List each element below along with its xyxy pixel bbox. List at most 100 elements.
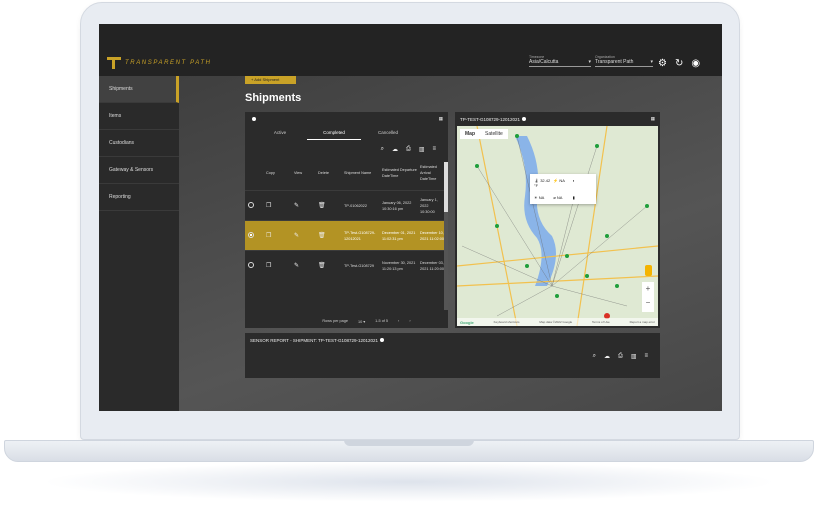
- search-icon[interactable]: ⌕: [593, 353, 596, 360]
- zoom-in-icon[interactable]: +: [642, 282, 654, 296]
- light-value: ☀ NA: [534, 194, 545, 200]
- table-row[interactable]: ❐ ✎ 🗑 TP-Test-G108729-12012021 December …: [245, 220, 448, 250]
- logo-icon: [107, 57, 121, 69]
- temperature-value: 🌡 32.42 °F: [534, 178, 551, 188]
- keyboard-shortcuts-link[interactable]: Keyboard shortcuts: [494, 320, 520, 324]
- map-footer: Google Keyboard shortcuts Map data ©2022…: [457, 318, 658, 326]
- timezone-value: Asia/Calcutta: [529, 59, 559, 65]
- copy-icon[interactable]: ❐: [266, 263, 294, 269]
- download-icon[interactable]: ☁: [392, 146, 398, 156]
- terms-link[interactable]: Terms of Use: [592, 320, 610, 324]
- tab-completed[interactable]: Completed: [307, 126, 361, 140]
- laptop-mockup: TRANSPARENT PATH Timezone Asia/Calcutta ▾…: [0, 0, 818, 520]
- print-icon[interactable]: ⎙: [618, 353, 623, 360]
- contrast-icon: ◐: [572, 178, 576, 183]
- timezone-select[interactable]: Timezone Asia/Calcutta ▾: [529, 55, 591, 67]
- sidebar-item-shipments[interactable]: Shipments: [99, 76, 179, 103]
- departure-time: December 01, 2021 11:02:31 pm: [382, 230, 416, 241]
- shipments-panel: ▦ Active Completed Cancelled ⌕ ☁ ⎙ ▥ ≡ C…: [245, 112, 448, 328]
- add-shipment-button[interactable]: + Add Shipment: [245, 76, 296, 84]
- columns-icon[interactable]: ▦: [651, 116, 655, 122]
- delete-icon[interactable]: 🗑: [318, 203, 344, 209]
- table-row[interactable]: ❐ ✎ 🗑 TP-Test-G108729 November 30, 2021 …: [245, 250, 448, 280]
- status-dot: [522, 117, 527, 122]
- filter-icon[interactable]: ≡: [644, 353, 648, 360]
- zoom-out-icon[interactable]: −: [642, 296, 654, 310]
- map-type-tabs: Map Satellite: [460, 129, 508, 139]
- sensor-report-panel: SENSOR REPORT - SHIPMENT: TP-TEST-G10872…: [245, 333, 660, 378]
- copy-icon[interactable]: ❐: [266, 233, 294, 239]
- report-error-link[interactable]: Report a map error: [630, 320, 655, 324]
- battery-icon: ▮: [572, 194, 575, 200]
- columns-icon[interactable]: ▦: [439, 116, 443, 122]
- shipment-name: TP-01062022: [344, 203, 368, 208]
- arrival-time: December 10, 2021 11:02:00: [420, 230, 444, 241]
- row-radio[interactable]: [248, 261, 254, 268]
- sidebar-item-custodians[interactable]: Custodians: [99, 130, 179, 157]
- sidebar-item-gateway-sensors[interactable]: Gateway & Sensors: [99, 157, 179, 184]
- pegman-icon[interactable]: [645, 265, 652, 276]
- columns-icon[interactable]: ▥: [419, 146, 425, 156]
- gear-icon[interactable]: ⚙: [658, 58, 667, 69]
- rows-per-page-label: Rows per page: [322, 319, 348, 323]
- edit-icon[interactable]: ✎: [294, 263, 318, 269]
- shipment-name: TP-Test-G108729: [344, 263, 374, 268]
- account-icon[interactable]: ◉: [691, 58, 700, 69]
- laptop-shadow: [40, 462, 778, 502]
- column-view: View: [294, 171, 303, 175]
- filter-icon[interactable]: ≡: [432, 146, 436, 156]
- brand-logo[interactable]: TRANSPARENT PATH: [107, 57, 212, 69]
- map-canvas: [457, 126, 658, 326]
- delete-icon[interactable]: 🗑: [318, 233, 344, 239]
- column-shipment-name[interactable]: Shipment Name: [344, 170, 382, 176]
- laptop-notch: [344, 440, 474, 446]
- column-departure[interactable]: Estimated Departure DateTime: [382, 167, 420, 179]
- sidebar-item-items[interactable]: Items: [99, 103, 179, 130]
- tab-map[interactable]: Map: [460, 129, 480, 139]
- tab-satellite[interactable]: Satellite: [480, 129, 508, 139]
- download-icon[interactable]: ☁: [604, 353, 610, 360]
- organization-select[interactable]: Organization Transparent Path ▾: [595, 55, 653, 67]
- sidebar: Shipments Items Custodians Gateway & Sen…: [99, 76, 179, 411]
- refresh-icon[interactable]: ↻: [675, 58, 683, 69]
- humidity-value: ⌀ NA: [553, 194, 563, 200]
- copy-icon[interactable]: ❐: [266, 203, 294, 209]
- organization-value: Transparent Path: [595, 59, 634, 65]
- edit-icon[interactable]: ✎: [294, 203, 318, 209]
- map-view[interactable]: Map Satellite 🌡 32.42 °F ⚡ NA ◐ ☀ NA ⌀ N…: [457, 126, 658, 326]
- tab-cancelled[interactable]: Cancelled: [361, 126, 415, 140]
- table-header: Copy View Delete Shipment Name Estimated…: [245, 156, 448, 190]
- print-icon[interactable]: ⎙: [406, 146, 411, 156]
- arrival-time: December 03, 2021 11:20:00: [420, 260, 444, 271]
- sidebar-item-reporting[interactable]: Reporting: [99, 184, 179, 211]
- main-content: + Add Shipment Shipments ▦ Active Comple…: [179, 76, 722, 411]
- edit-icon[interactable]: ✎: [294, 233, 318, 239]
- columns-icon[interactable]: ▥: [631, 353, 637, 360]
- page-range: 1-5 of 5: [375, 319, 389, 323]
- search-icon[interactable]: ⌕: [381, 146, 384, 156]
- arrival-time: January 1, 2022 10:30:00: [420, 197, 438, 214]
- shipment-name: TP-Test-G108729-12012021: [344, 230, 376, 241]
- chevron-right-icon[interactable]: ›: [409, 319, 410, 323]
- table-row[interactable]: ❐ ✎ 🗑 TP-01062022 January 06, 2022 10:30…: [245, 190, 448, 220]
- column-arrival[interactable]: Estimated Arrival DateTime: [420, 164, 446, 182]
- row-radio[interactable]: [248, 231, 254, 238]
- scrollbar-thumb[interactable]: [444, 162, 448, 212]
- row-radio[interactable]: [248, 201, 254, 208]
- departure-time: November 30, 2021 11:20:13 pm: [382, 260, 416, 271]
- status-dot: [380, 338, 385, 343]
- zoom-control[interactable]: + −: [642, 282, 654, 312]
- column-copy: Copy: [266, 171, 275, 175]
- sensor-info-card: 🌡 32.42 °F ⚡ NA ◐ ☀ NA ⌀ NA ▮: [530, 174, 596, 204]
- google-logo: Google: [460, 320, 474, 325]
- rows-per-page-select[interactable]: 10 ▾: [358, 319, 365, 324]
- top-bar: TRANSPARENT PATH Timezone Asia/Calcutta ▾…: [99, 24, 722, 76]
- brand-name: TRANSPARENT PATH: [125, 60, 212, 66]
- status-dot: [252, 117, 256, 121]
- chevron-down-icon: ▾: [650, 59, 653, 65]
- tab-active[interactable]: Active: [253, 126, 307, 140]
- map-title: TP-TEST-G108729-12012021: [460, 116, 521, 122]
- pagination: Rows per page 10 ▾ 1-5 of 5 ‹ ›: [245, 314, 448, 328]
- delete-icon[interactable]: 🗑: [318, 263, 344, 269]
- chevron-left-icon[interactable]: ‹: [398, 319, 399, 323]
